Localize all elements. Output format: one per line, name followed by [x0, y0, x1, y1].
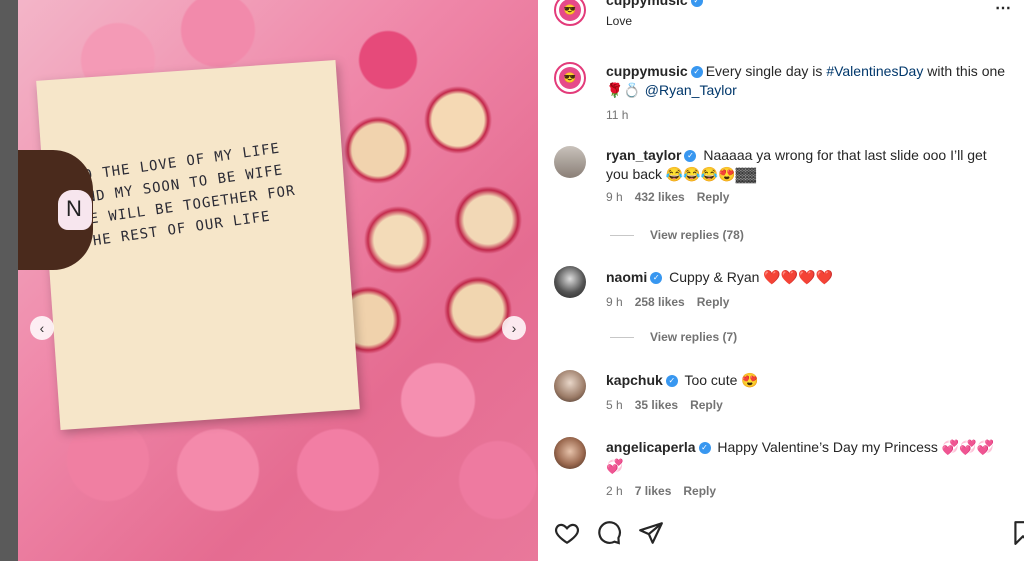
verified-icon: ✓ [690, 66, 703, 79]
reply-button[interactable]: Reply [697, 295, 730, 309]
comment-time[interactable]: 5 h [606, 398, 623, 412]
left-edge [0, 0, 18, 561]
bookmark-icon[interactable] [1010, 520, 1024, 546]
caption-avatar[interactable]: 😎 [554, 62, 586, 94]
view-replies-button[interactable]: View replies (7) [610, 330, 737, 344]
verified-icon: ✓ [650, 272, 663, 285]
reply-button[interactable]: Reply [697, 190, 730, 204]
heart-icon[interactable] [554, 520, 580, 546]
nail-letter: N [66, 196, 82, 221]
comment-username[interactable]: ryan_taylor [606, 147, 681, 163]
comment-time[interactable]: 9 h [606, 190, 623, 204]
chevron-left-icon: ‹ [39, 320, 45, 336]
hashtag-link[interactable]: #ValentinesDay [826, 63, 923, 79]
verified-icon: ✓ [698, 442, 711, 455]
verified-icon: ✓ [684, 150, 697, 163]
reply-button[interactable]: Reply [690, 398, 723, 412]
comment: angelicaperla ✓ Happy Valentine’s Day my … [606, 438, 1006, 498]
comment-likes[interactable]: 35 likes [635, 398, 678, 412]
header-info: cuppymusic ✓ Love [606, 0, 706, 31]
prev-slide-button[interactable]: ‹ [30, 316, 54, 340]
caption-time[interactable]: 11 h [606, 108, 628, 122]
post-panel: 😎 cuppymusic ✓ Love ⋯ 😎 cuppymusic ✓ Every … [538, 0, 1024, 561]
comment-text: Cuppy & Ryan ❤️❤️❤️❤️ [669, 269, 834, 285]
comment-avatar[interactable] [554, 146, 586, 178]
reply-button[interactable]: Reply [683, 484, 716, 498]
comment-time[interactable]: 9 h [606, 295, 623, 309]
comment-likes[interactable]: 432 likes [635, 190, 685, 204]
header-avatar[interactable]: 😎 [554, 0, 586, 26]
comment-username[interactable]: kapchuk [606, 372, 663, 388]
comment: ryan_taylor ✓ Naaaaa ya wrong for that la… [606, 146, 1006, 204]
comment: naomi ✓ Cuppy & Ryan ❤️❤️❤️❤️ 9 h 258 like… [606, 268, 1006, 309]
comment-icon[interactable] [596, 520, 622, 546]
comment-avatar[interactable] [554, 370, 586, 402]
comment-time[interactable]: 2 h [606, 484, 623, 498]
mention-link[interactable]: @Ryan_Taylor [645, 82, 737, 98]
post-image[interactable]: To the love of my life and my soon to be… [18, 0, 538, 561]
comment: kapchuk ✓ Too cute 😍 5 h 35 likes Reply [606, 371, 1006, 412]
share-icon[interactable] [638, 520, 664, 546]
header-username[interactable]: cuppymusic [606, 0, 688, 8]
comment-username[interactable]: naomi [606, 269, 647, 285]
verified-icon: ✓ [690, 0, 703, 7]
more-icon[interactable]: ⋯ [995, 0, 1012, 18]
comment-avatar[interactable] [554, 266, 586, 298]
caption-text: Every single day is [705, 63, 827, 79]
nail: N [58, 190, 92, 230]
view-replies-button[interactable]: View replies (78) [610, 228, 744, 242]
caption-username[interactable]: cuppymusic [606, 63, 688, 79]
caption: cuppymusic ✓ Every single day is #Valentin… [606, 62, 1006, 125]
verified-icon: ✓ [665, 375, 678, 388]
comment-likes[interactable]: 7 likes [635, 484, 672, 498]
comment-likes[interactable]: 258 likes [635, 295, 685, 309]
chevron-right-icon: › [511, 320, 517, 336]
header-location[interactable]: Love [606, 12, 706, 31]
action-bar [554, 520, 664, 546]
comment-username[interactable]: angelicaperla [606, 439, 696, 455]
comment-avatar[interactable] [554, 437, 586, 469]
comment-text: Too cute 😍 [684, 372, 759, 388]
next-slide-button[interactable]: › [502, 316, 526, 340]
